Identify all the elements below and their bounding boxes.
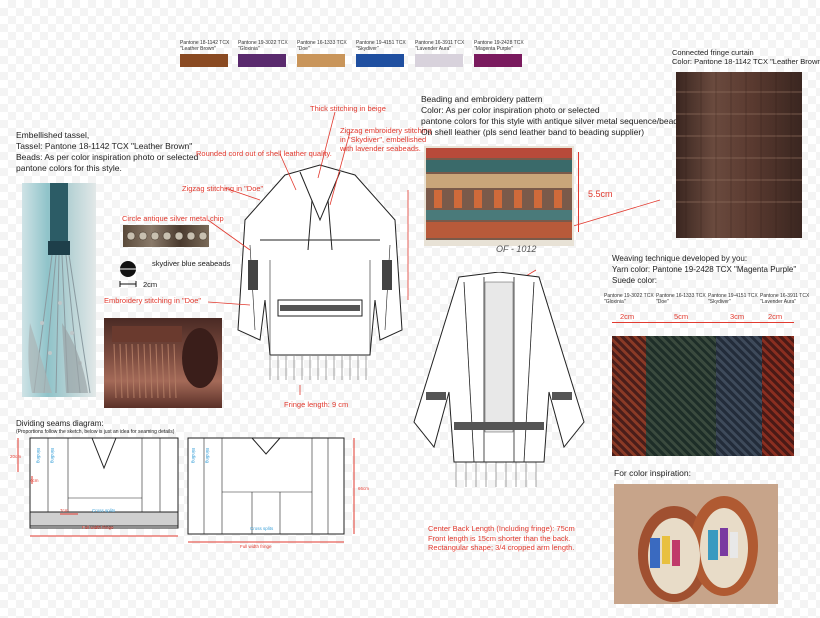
seam-binding-3: Binding: [191, 448, 196, 464]
header-swatch-3: Pantone 16-1333 TCX "Doe": [297, 40, 347, 67]
seam-binding-4: Binding: [205, 448, 210, 464]
seam-height-66: 66cm: [358, 486, 370, 491]
weave-dimension-line: [612, 322, 794, 323]
fringe-curtain-photo: [676, 72, 802, 238]
back-poncho-sketch: [413, 272, 585, 487]
seam-height-4: 4cm: [30, 478, 39, 483]
header-swatch-row: Pantone 18-1142 TCX "Leather Brown" Pant…: [180, 40, 530, 70]
swatch-name: "Leather Brown": [180, 46, 217, 52]
front-poncho-sketch: [237, 164, 403, 380]
inspiration-title: For color inspiration:: [614, 468, 692, 478]
back-length-note: Center Back Length (Including fringe): 7…: [428, 524, 575, 533]
weaving-yarn: Yarn color: Pantone 19-2428 TCX "Magenta…: [612, 265, 797, 274]
tassel-pantone: Tassel: Pantone 18-1142 TCX "Leather Bro…: [16, 141, 193, 151]
thick-stitching-note: Thick stitching in beige: [310, 104, 386, 113]
zigzag-doe-note: Zigzag stitching in "Doe": [182, 184, 264, 193]
swatch-chip: [297, 54, 345, 67]
swatch-chip: [238, 54, 286, 67]
swatch-name: "Magenta Purple": [474, 46, 513, 52]
header-swatch-2: Pantone 19-3022 TCX "Gloxinia": [238, 40, 288, 67]
seam-width-7: 7cm: [60, 508, 69, 513]
swatch-name: "Lavender Aura": [415, 46, 452, 52]
beading-leather: On shell leather (pls send leather band …: [421, 127, 645, 137]
beading-sample-photo: [424, 146, 574, 246]
fringe-detail-photo: [104, 318, 222, 408]
swatch-chip: [474, 54, 522, 67]
swatch-name: "Gloxinia": [238, 46, 260, 52]
header-swatch-4: Pantone 19-4151 TCX "Skydiver": [356, 40, 406, 67]
swatch-chip: [415, 54, 463, 67]
weave-width-3: 3cm: [730, 312, 745, 321]
beading-color-cont: pantone colors for this style with antiq…: [421, 116, 685, 126]
fringe-curtain-title: Connected fringe curtain: [672, 48, 754, 57]
swatch-chip: [356, 54, 404, 67]
weaving-title: Weaving technique developed by you:: [612, 254, 748, 263]
weave-width-2: 5cm: [674, 312, 689, 321]
weave-swatch-name: "Gloxinia": [604, 299, 626, 305]
weave-swatch-name: "Skydiver": [708, 299, 731, 305]
weave-swatch-2: Pantone 16-1333 TCX "Doe": [656, 293, 706, 305]
beading-notes: Beading and embroidery pattern Color: As…: [421, 94, 685, 138]
seabeads-label: skydiver blue seabeads: [152, 259, 231, 268]
header-swatch-6: Pantone 19-2428 TCX "Magenta Purple": [474, 40, 524, 67]
tassel-beads-cont: pantone colors for this style.: [16, 163, 122, 173]
swatch-chip: [180, 54, 228, 67]
fringe-curtain-notes: Connected fringe curtain Color: Pantone …: [672, 48, 820, 66]
zigzag-skydiver-note: Zigzag embroidery stitching in "Skydiver…: [340, 126, 432, 153]
zigzag-skydiver-line-1: Zigzag embroidery stitching: [340, 126, 432, 135]
back-notes: Center Back Length (Including fringe): 7…: [428, 524, 628, 553]
beading-height-label: 5.5cm: [588, 189, 613, 199]
beading-height-line: [578, 152, 580, 232]
beading-title: Beading and embroidery pattern: [421, 94, 543, 104]
chip-photo: [123, 225, 209, 247]
seam-full-width-1: Full width fringe: [82, 525, 114, 530]
seam-full-width-2: Full width fringe: [240, 544, 272, 549]
weave-width-4: 2cm: [768, 312, 783, 321]
weave-swatch-name: "Lavender Aura": [760, 299, 797, 305]
header-swatch-5: Pantone 16-3911 TCX "Lavender Aura": [415, 40, 464, 67]
seam-cross-splits-1: Cross splits: [92, 508, 116, 513]
seabead-diagram: [118, 261, 138, 287]
weaving-notes: Weaving technique developed by you: Yarn…: [612, 253, 817, 286]
weave-swatch-1: Pantone 19-3022 TCX "Gloxinia": [604, 293, 654, 305]
tassel-notes: Embellished tassel, Tassel: Pantone 18-1…: [16, 130, 216, 174]
tassel-beads: Beads: As per color inspiration photo or…: [16, 152, 199, 162]
header-swatch-1: Pantone 18-1142 TCX "Leather Brown": [180, 40, 229, 67]
zigzag-skydiver-line-3: with lavender seabeads.: [340, 144, 421, 153]
chip-note: Circle antique silver metal chip: [122, 214, 224, 223]
tassel-title: Embellished tassel,: [16, 130, 90, 140]
spec-sheet: Pantone 18-1142 TCX "Leather Brown" Pant…: [0, 0, 820, 618]
seam-cross-splits-2: Cross splits: [250, 526, 274, 531]
swatch-name: "Doe": [297, 46, 310, 52]
weave-sample: [612, 336, 794, 456]
fringe-curtain-color: Color: Pantone 18-1142 TCX "Leather Brow…: [672, 57, 820, 66]
weave-swatch-4: Pantone 16-3911 TCX "Lavender Aura": [760, 293, 809, 305]
weaving-swatch-labels: Pantone 19-3022 TCX "Gloxinia" Pantone 16…: [604, 293, 814, 323]
tassel-illustration: [28, 183, 91, 394]
zigzag-skydiver-line-2: in "Skydiver", embellished: [340, 135, 427, 144]
inspiration-photo: [614, 484, 778, 604]
front-length-note: Front length is 15cm shorter than the ba…: [428, 533, 571, 543]
seam-binding-2: Binding: [50, 448, 55, 464]
seams-title: Dividing seams diagram:: [16, 419, 104, 428]
beading-sample-ref: OF - 1012: [496, 244, 537, 254]
weaving-suede: Suede color:: [612, 276, 657, 285]
weave-swatch-name: "Doe": [656, 299, 669, 305]
shape-note: Rectangular shape; 3/4 cropped arm lengt…: [428, 543, 575, 552]
bead-size-label: 2cm: [143, 280, 158, 289]
weave-swatch-3: Pantone 19-4151 TCX "Skydiver": [708, 293, 758, 305]
weave-width-1: 2cm: [620, 312, 635, 321]
tassel-photo: [22, 183, 96, 397]
seam-binding-1: Binding: [36, 448, 41, 464]
beading-color: Color: As per color inspiration photo or…: [421, 105, 600, 115]
rounded-cord-note: Rounded cord out of shell leather qualit…: [196, 149, 332, 158]
seam-height-20: 20cm: [10, 454, 22, 459]
fringe-length-note: Fringe length: 9 cm: [284, 400, 349, 409]
swatch-name: "Skydiver": [356, 46, 379, 52]
embroidery-doe-note: Embroidery stitching in "Doe": [104, 296, 202, 305]
